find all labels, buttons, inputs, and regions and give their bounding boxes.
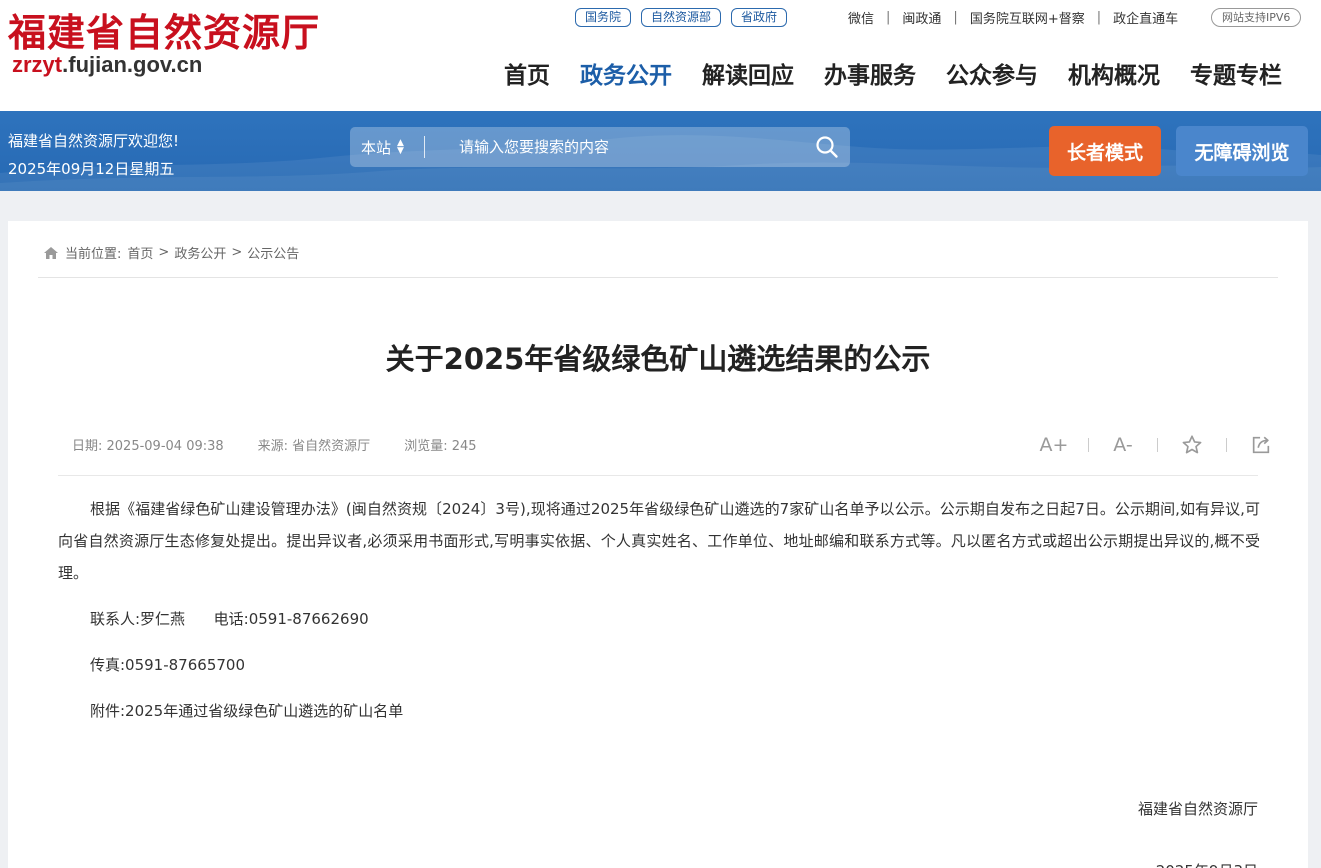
nav-home[interactable]: 首页 [504,56,550,90]
font-decrease-button[interactable]: A- [1107,431,1139,459]
article-tools: A+ A- [1038,431,1277,459]
breadcrumb: 当前位置: 首页 > 政务公开 > 公示公告 [43,243,299,262]
site-url: zrzyt.fujian.gov.cn [12,52,202,78]
pill-link-province[interactable]: 省政府 [731,8,788,27]
breadcrumb-divider [38,277,1278,278]
top-links: 微信 | 闽政通 | 国务院互联网+督察 | 政企直通车 [848,8,1178,27]
divider [1226,438,1227,452]
home-icon [44,246,58,259]
search-scope-label: 本站 [361,138,392,157]
divider [1088,438,1089,452]
publish-date: 日期: 2025-09-04 09:38 [72,439,224,454]
view-count: 浏览量: 245 [404,439,477,454]
site-logo[interactable]: 福建省自然资源厅 [8,2,320,57]
meta-divider [58,475,1258,476]
top-link-mzt[interactable]: 闽政通 [902,8,941,27]
search-icon [816,136,838,158]
gov-pill-links: 国务院 自然资源部 省政府 [575,8,797,27]
breadcrumb-separator: > [231,245,243,260]
site-header: 福建省自然资源厅 zrzyt.fujian.gov.cn 国务院 自然资源部 省… [0,0,1321,111]
nav-interpretation[interactable]: 解读回应 [702,56,794,90]
search-input[interactable] [425,138,804,156]
search-scope-select[interactable]: 本站 ▲ ▼ [350,136,425,158]
search-button[interactable] [804,127,850,167]
breadcrumb-gov-affairs[interactable]: 政务公开 [174,243,226,262]
attachment-link[interactable]: 附件:2025年通过省级绿色矿山遴选的矿山名单 [58,695,1260,727]
nav-services[interactable]: 办事服务 [824,56,916,90]
search-box: 本站 ▲ ▼ [350,127,850,167]
site-url-suffix: .fujian.gov.cn [62,52,203,77]
article-title: 关于2025年省级绿色矿山遴选结果的公示 [385,342,931,376]
nav-topics[interactable]: 专题专栏 [1190,56,1282,90]
welcome-message: 福建省自然资源厅欢迎您! [8,132,180,150]
top-link-enterprise[interactable]: 政企直通车 [1113,8,1178,27]
nav-about[interactable]: 机构概况 [1068,56,1160,90]
article-body: 根据《福建省绿色矿山建设管理办法》(闽自然资规〔2024〕3号),现将通过202… [58,493,1260,727]
main-nav: 首页 政务公开 解读回应 办事服务 公众参与 机构概况 专题专栏 [504,56,1282,90]
breadcrumb-prefix: 当前位置: [65,247,122,262]
divider: | [1096,10,1102,25]
article-meta: 日期: 2025-09-04 09:38 来源: 省自然资源厅 浏览量: 245 [72,435,511,454]
divider: | [886,10,891,25]
accessible-browse-button[interactable]: 无障碍浏览 [1176,126,1308,176]
elder-mode-button[interactable]: 长者模式 [1049,126,1161,176]
signature: 福建省自然资源厅 2025年9月3日 [1138,793,1258,868]
ipv6-badge[interactable]: 网站支持IPV6 [1211,8,1302,27]
nav-gov-affairs[interactable]: 政务公开 [580,56,672,90]
article-paragraph: 根据《福建省绿色矿山建设管理办法》(闽自然资规〔2024〕3号),现将通过202… [58,500,1260,582]
breadcrumb-separator: > [158,245,170,260]
site-url-prefix: zrzyt [12,52,63,77]
top-link-inspection[interactable]: 国务院互联网+督察 [970,8,1085,27]
favorite-button[interactable] [1176,431,1208,459]
divider: | [953,10,958,25]
updown-arrow-icon: ▲ ▼ [397,138,404,156]
search-banner: 福建省自然资源厅欢迎您! 2025年09月12日星期五 本站 ▲▼ 长者模式 无… [0,111,1321,191]
nav-participation[interactable]: 公众参与 [946,56,1038,90]
breadcrumb-notices[interactable]: 公示公告 [247,243,299,262]
article-source: 来源: 省自然资源厅 [257,439,371,454]
pill-link-mnr[interactable]: 自然资源部 [641,8,722,27]
share-button[interactable] [1245,431,1277,459]
top-link-wechat[interactable]: 微信 [848,8,874,27]
font-increase-button[interactable]: A+ [1038,431,1070,459]
welcome-text: 福建省自然资源厅欢迎您! 2025年09月12日星期五 [8,127,179,183]
pill-link-state-council[interactable]: 国务院 [575,8,632,27]
article-card: 当前位置: 首页 > 政务公开 > 公示公告 关于2025年省级绿色矿山遴选结果… [8,221,1308,868]
star-icon [1182,435,1202,454]
breadcrumb-home[interactable]: 首页 [127,243,153,262]
contact-line: 联系人:罗仁燕 电话:0591-87662690 [90,610,369,628]
divider [1157,438,1158,452]
fax-line: 传真:0591-87665700 [90,656,245,674]
signature-date: 2025年9月3日 [1138,855,1258,868]
share-icon [1252,436,1270,454]
current-date: 2025年09月12日星期五 [8,160,175,178]
signature-org: 福建省自然资源厅 [1137,800,1258,818]
